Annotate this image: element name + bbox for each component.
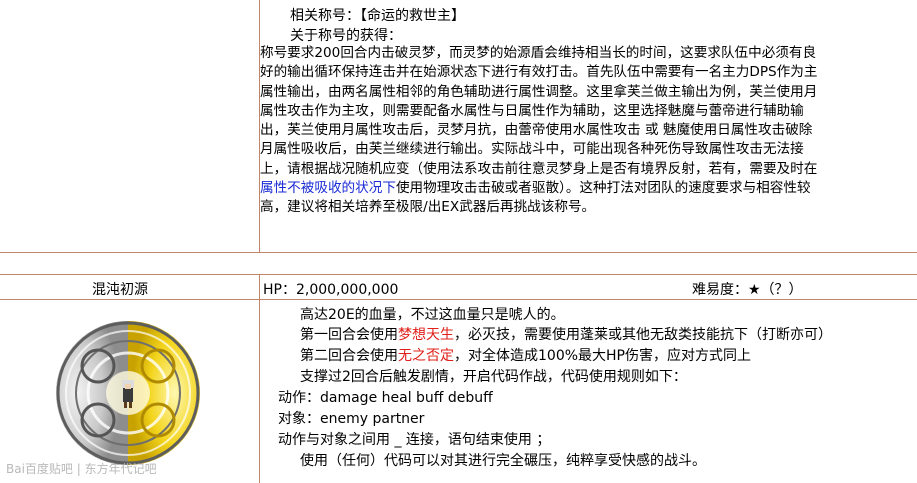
boss-line-4: 支撑过2回合后触发剧情，开启代码作战，代码使用规则如下： <box>300 369 687 385</box>
text-segment: ，对全体造成100%最大HP伤害，应对方式同上 <box>454 348 751 364</box>
skill-name-highlight: 无之否定 <box>398 348 454 364</box>
obtain-description: 称号要求200回合内击破灵梦，而灵梦的始源盾会维持相当长的时间，这要求队伍中必须… <box>260 44 916 218</box>
row-header-divider-2 <box>0 299 917 300</box>
obtain-heading: 关于称号的获得： <box>290 28 402 44</box>
description-line-rest: 使用物理攻击击破或者驱散）。这种打法对团队的速度要求与相容性较 <box>395 180 811 197</box>
description-line: 属性输出，由两名属性相邻的角色辅助进行属性调整。这里拿芙兰做主输出为例，芙兰使用… <box>260 83 818 100</box>
text-segment: 第二回合会使用 <box>300 348 398 364</box>
row-bottom-border-1 <box>0 252 917 253</box>
title-prefix: 相关称号： <box>290 8 360 24</box>
skill-name-highlight: 梦想天生 <box>398 327 454 343</box>
boss-line-3: 第二回合会使用无之否定，对全体造成100%最大HP伤害，应对方式同上 <box>300 345 751 365</box>
difficulty: 难易度：★（？） <box>692 279 803 299</box>
column-divider-bottom <box>259 274 260 483</box>
description-line: 月属性吸收后，由芙兰继续进行输出。实际战斗中，可能出现各种死伤导致属性攻击无法接 <box>260 141 804 158</box>
text-segment: 第一回合会使用 <box>300 327 398 343</box>
watermark: Bai百度贴吧 | 东方年代记吧 <box>6 462 157 476</box>
highlight-link-text[interactable]: 属性不被吸收的状况下 <box>260 180 396 196</box>
text-segment: ，必灭技，需要使用蓬莱或其他无敌类技能抗下（打断亦可） <box>454 327 832 343</box>
description-line: 属性攻击作为主攻，则需要配备水属性与日属性作为辅助，这里选择魅魔与蕾帝进行辅助输 <box>260 102 804 119</box>
boss-line-6: 对象：enemy partner <box>278 411 425 427</box>
boss-line-2: 第一回合会使用梦想天生，必灭技，需要使用蓬莱或其他无敌类技能抗下（打断亦可） <box>300 324 832 344</box>
difficulty-stars: ★（？） <box>748 282 803 298</box>
description-line: 上，请根据战况随机应变（使用法系攻击前往意灵梦身上是否有境界反射，若有，需要及时… <box>260 160 818 177</box>
boss-line-7: 动作与对象之间用 _ 连接，语句结束使用 ； <box>278 432 551 448</box>
row-top-border-2 <box>0 274 917 275</box>
description-line: 高，建议将相关培养至极限/出EX武器后再挑战该称号。 <box>260 199 596 216</box>
boss-name: 混沌初源 <box>92 282 148 298</box>
description-line: 出，芙兰使用月属性攻击后，灵梦月抗，由蕾帝使用水属性攻击 或 魅魔使用日属性攻击… <box>260 122 813 139</box>
boss-hp: HP：2,000,000,000 <box>263 282 399 298</box>
emblem-svg <box>56 321 200 465</box>
title-label: 相关称号：【命运的救世主】 <box>290 5 465 25</box>
difficulty-label: 难易度： <box>692 282 748 298</box>
boss-emblem-image <box>28 318 228 468</box>
description-line: 称号要求200回合内击破灵梦，而灵梦的始源盾会维持相当长的时间，这要求队伍中必须… <box>260 45 817 61</box>
boss-line-8: 使用（任何）代码可以对其进行完全碾压，纯粹享受快感的战斗。 <box>300 453 706 469</box>
boss-line-1: 高达20E的血量，不过这血量只是唬人的。 <box>300 307 565 323</box>
boss-line-5: 动作：damage heal buff debuff <box>278 390 493 406</box>
title-value: 【命运的救世主】 <box>360 8 465 24</box>
description-line: 属性不被吸收的状况下使用物理攻击击破或者驱散）。这种打法对团队的速度要求与相容性… <box>260 179 916 198</box>
description-line: 好的输出循环保持连击并在始源状态下进行有效打击。首先队伍中需要有一名主力DPS作… <box>260 64 818 81</box>
